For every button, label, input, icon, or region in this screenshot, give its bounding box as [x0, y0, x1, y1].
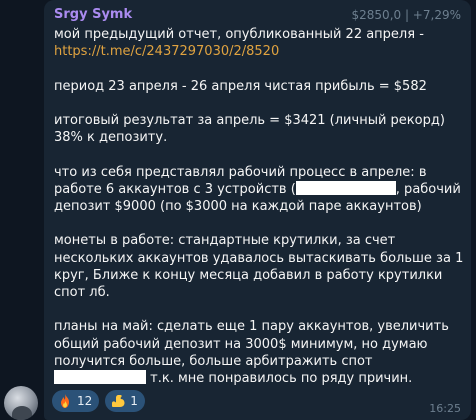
avatar[interactable]	[4, 386, 38, 420]
process-paragraph: что из себя представлял рабочий процесс …	[54, 164, 466, 216]
redacted-block	[54, 369, 146, 384]
reaction-count: 12	[77, 394, 93, 408]
result-paragraph: итоговый результат за апрель = $3421 (ли…	[54, 112, 445, 146]
report-reference: мой предыдущий отчет, опубликованный 22 …	[54, 26, 466, 60]
reactions-bar: 12 1	[52, 390, 145, 412]
reaction-biceps[interactable]: 1	[105, 390, 145, 412]
message-time: 16:25	[429, 402, 461, 415]
report-link[interactable]: https://t.me/c/2437297030/2/8520	[54, 44, 279, 59]
reaction-count: 1	[130, 394, 138, 408]
message-bubble: Srgy Symk $2850,0 | +7,29% мой предыдущи…	[44, 0, 471, 420]
message-text: мой предыдущий отчет, опубликованный 22 …	[54, 26, 466, 387]
flexed-biceps-icon	[112, 395, 125, 407]
price-badge: $2850,0 | +7,29%	[351, 8, 461, 22]
redacted-block	[295, 180, 396, 195]
sender-name[interactable]: Srgy Symk	[54, 7, 132, 22]
previous-report-text: мой предыдущий отчет, опубликованный 22 …	[54, 27, 424, 42]
coins-paragraph: монеты в работе: стандартные крутилки, з…	[54, 233, 464, 300]
plans-paragraph: планы на май: сделать еще 1 пару аккаунт…	[54, 318, 466, 387]
chat-view: Srgy Symk $2850,0 | +7,29% мой предыдущи…	[0, 0, 476, 420]
reaction-fire[interactable]: 12	[52, 390, 100, 412]
plans-text-start: планы на май: сделать еще 1 пару аккаунт…	[54, 319, 449, 369]
fire-icon	[61, 394, 69, 408]
plans-text-end: т.к. мне понравилось по ряду причин.	[146, 370, 413, 386]
period-paragraph: период 23 апреля - 26 апреля чистая приб…	[54, 78, 427, 94]
